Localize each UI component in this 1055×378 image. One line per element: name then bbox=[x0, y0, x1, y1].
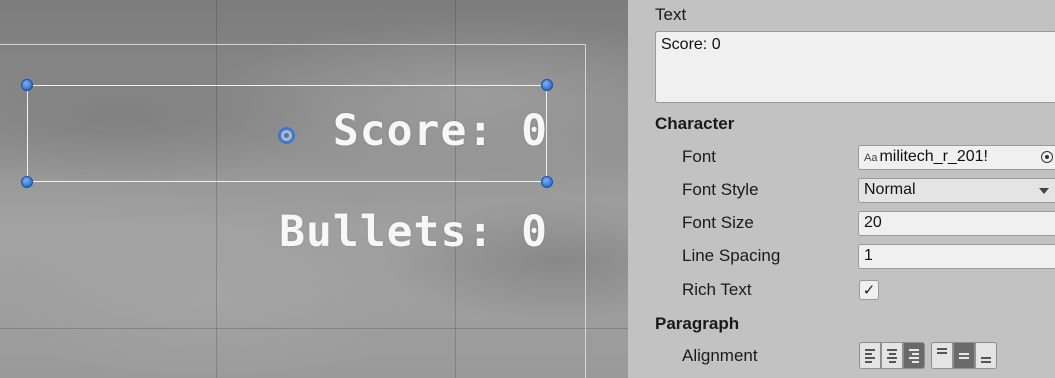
align-left-button[interactable] bbox=[859, 342, 881, 369]
paragraph-header[interactable]: Paragraph bbox=[655, 314, 739, 334]
font-value: militech_r_201! bbox=[879, 148, 988, 165]
resize-handle-top-right[interactable] bbox=[541, 79, 553, 91]
font-style-value: Normal bbox=[864, 181, 916, 198]
text-input[interactable]: Score: 0 bbox=[655, 31, 1055, 103]
resize-handle-bottom-right[interactable] bbox=[541, 176, 553, 188]
align-bottom-button[interactable] bbox=[975, 342, 997, 369]
resize-handle-bottom-left[interactable] bbox=[21, 176, 33, 188]
align-middle-button[interactable] bbox=[953, 342, 975, 369]
align-right-button[interactable] bbox=[903, 342, 925, 369]
font-style-label: Font Style bbox=[682, 180, 759, 199]
rich-text-checkbox[interactable]: ✓ bbox=[859, 280, 879, 300]
alignment-label: Alignment bbox=[682, 346, 758, 365]
align-bottom-icon bbox=[981, 357, 991, 363]
align-center-button[interactable] bbox=[881, 342, 903, 369]
font-style-dropdown[interactable]: Normal bbox=[858, 178, 1055, 203]
rich-text-label: Rich Text bbox=[682, 280, 752, 299]
font-size-field[interactable]: 20 bbox=[858, 211, 1055, 236]
align-center-icon bbox=[887, 348, 897, 363]
character-header[interactable]: Character bbox=[655, 114, 734, 134]
line-spacing-field[interactable]: 1 bbox=[858, 244, 1055, 269]
chevron-down-icon bbox=[1039, 188, 1049, 194]
scene-view[interactable]: Score: 0 Bullets: 0 bbox=[0, 0, 628, 378]
font-asset-icon: Aa bbox=[864, 152, 878, 164]
text-label: Text bbox=[655, 5, 687, 24]
line-spacing-label: Line Spacing bbox=[682, 246, 781, 265]
align-top-button[interactable] bbox=[931, 342, 953, 369]
resize-handle-top-left[interactable] bbox=[21, 79, 33, 91]
align-middle-icon bbox=[959, 352, 969, 359]
font-size-label: Font Size bbox=[682, 213, 754, 232]
inspector-panel: Text Score: 0 Character Font Aa militech_… bbox=[628, 0, 1055, 378]
object-picker-icon[interactable] bbox=[1041, 151, 1053, 163]
pivot-handle[interactable] bbox=[278, 127, 295, 144]
align-left-icon bbox=[865, 348, 875, 363]
font-label: Font bbox=[682, 147, 717, 166]
font-field[interactable]: Aa militech_r_201! bbox=[858, 145, 1055, 170]
score-text[interactable]: Score: 0 bbox=[333, 106, 548, 156]
bullets-text[interactable]: Bullets: 0 bbox=[279, 207, 548, 257]
align-top-icon bbox=[937, 348, 947, 354]
align-right-icon bbox=[909, 348, 919, 363]
